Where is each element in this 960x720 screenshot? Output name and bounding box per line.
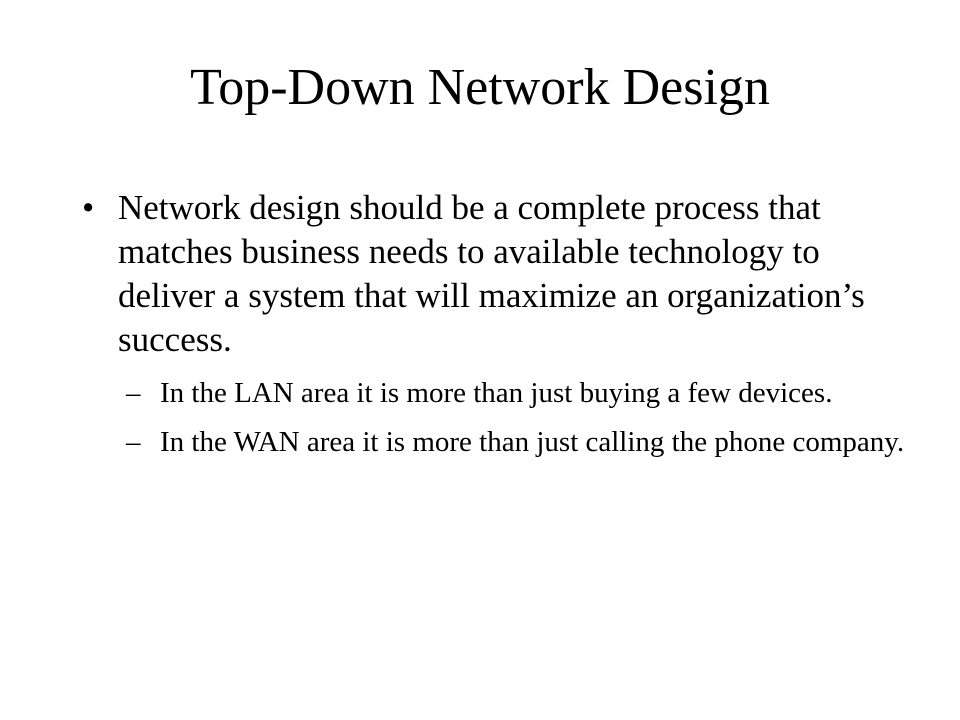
slide-content: • Network design should be a complete pr… xyxy=(82,186,912,472)
bullet-item: • Network design should be a complete pr… xyxy=(82,186,912,362)
slide: Top-Down Network Design • Network design… xyxy=(0,0,960,720)
sub-bullet-item: – In the LAN area it is more than just b… xyxy=(126,374,912,413)
slide-title: Top-Down Network Design xyxy=(190,59,770,116)
sub-bullet-text: In the LAN area it is more than just buy… xyxy=(160,377,833,409)
dash-marker: – xyxy=(126,426,141,458)
sub-bullet-text: In the WAN area it is more than just cal… xyxy=(160,426,905,458)
sub-bullet-item: – In the WAN area it is more than just c… xyxy=(126,423,912,462)
dash-marker: – xyxy=(126,377,141,409)
bullet-text: Network design should be a complete proc… xyxy=(118,188,865,359)
bullet-marker: • xyxy=(82,188,95,227)
sub-bullet-list: – In the LAN area it is more than just b… xyxy=(82,374,912,462)
